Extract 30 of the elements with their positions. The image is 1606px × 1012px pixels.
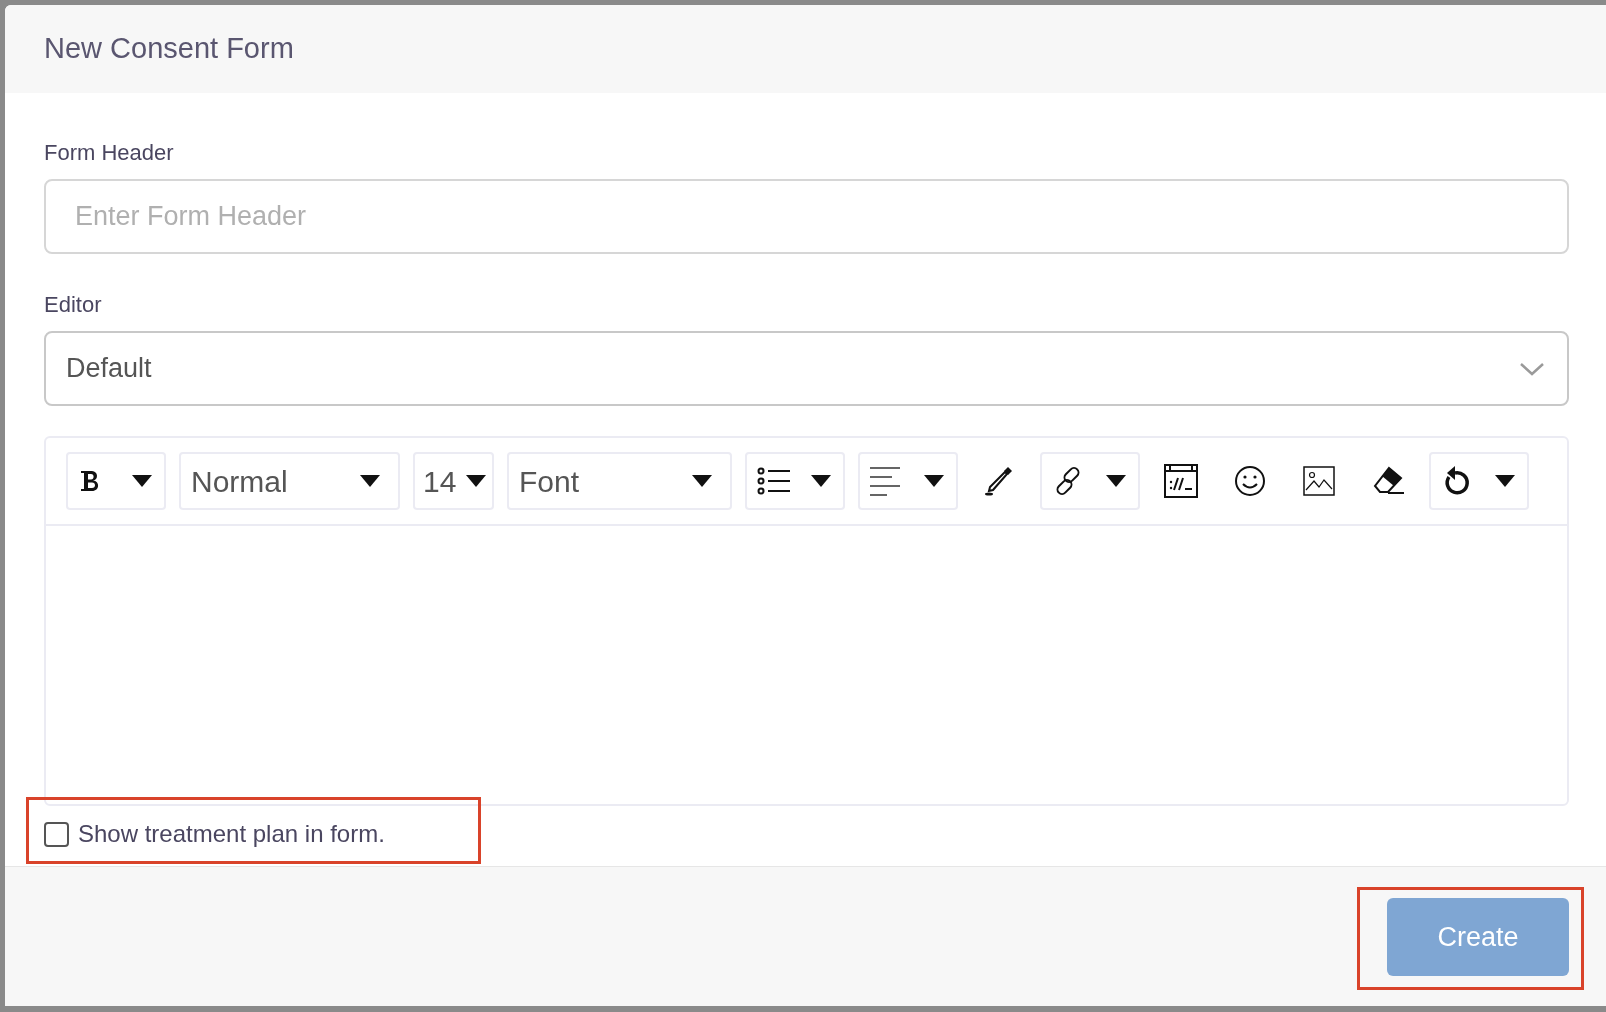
checkbox[interactable]: [44, 821, 69, 847]
caret-icon: [360, 475, 380, 487]
caret-icon: [466, 475, 486, 487]
caret-icon: [924, 475, 944, 487]
align-left-icon: [870, 466, 900, 496]
input-field[interactable]: Enter Form Header: [44, 179, 1569, 254]
caret-icon: [1495, 475, 1515, 487]
field-label: Editor: [44, 292, 102, 318]
emoji-icon: [1234, 465, 1266, 497]
list-icon: [757, 467, 791, 495]
caret-icon: [132, 475, 152, 487]
caret-icon: [811, 475, 831, 487]
toolbar-button[interactable]: [66, 452, 166, 510]
checkbox-label: Show treatment plan in form.: [78, 819, 385, 849]
eraser-icon: [1372, 466, 1404, 496]
dialog-title: New Consent Form: [44, 31, 294, 67]
toolbar-button[interactable]: [1429, 452, 1529, 510]
toolbar-dropdown[interactable]: Normal: [179, 452, 400, 510]
toolbar-button[interactable]: [1040, 452, 1140, 510]
caret-icon: [692, 475, 712, 487]
editor-select[interactable]: Default: [44, 331, 1569, 406]
field-label: Form Header: [44, 140, 174, 166]
toolbar-dropdown[interactable]: 14: [413, 452, 494, 510]
caret-icon: [1106, 475, 1126, 487]
code-view-icon: [1164, 464, 1198, 498]
toolbar-button[interactable]: [745, 452, 845, 510]
pencil-icon: [984, 465, 1014, 497]
chevron-icon: [1519, 360, 1545, 377]
image-icon: [1303, 466, 1335, 496]
toolbar-dropdown[interactable]: Font: [507, 452, 732, 510]
